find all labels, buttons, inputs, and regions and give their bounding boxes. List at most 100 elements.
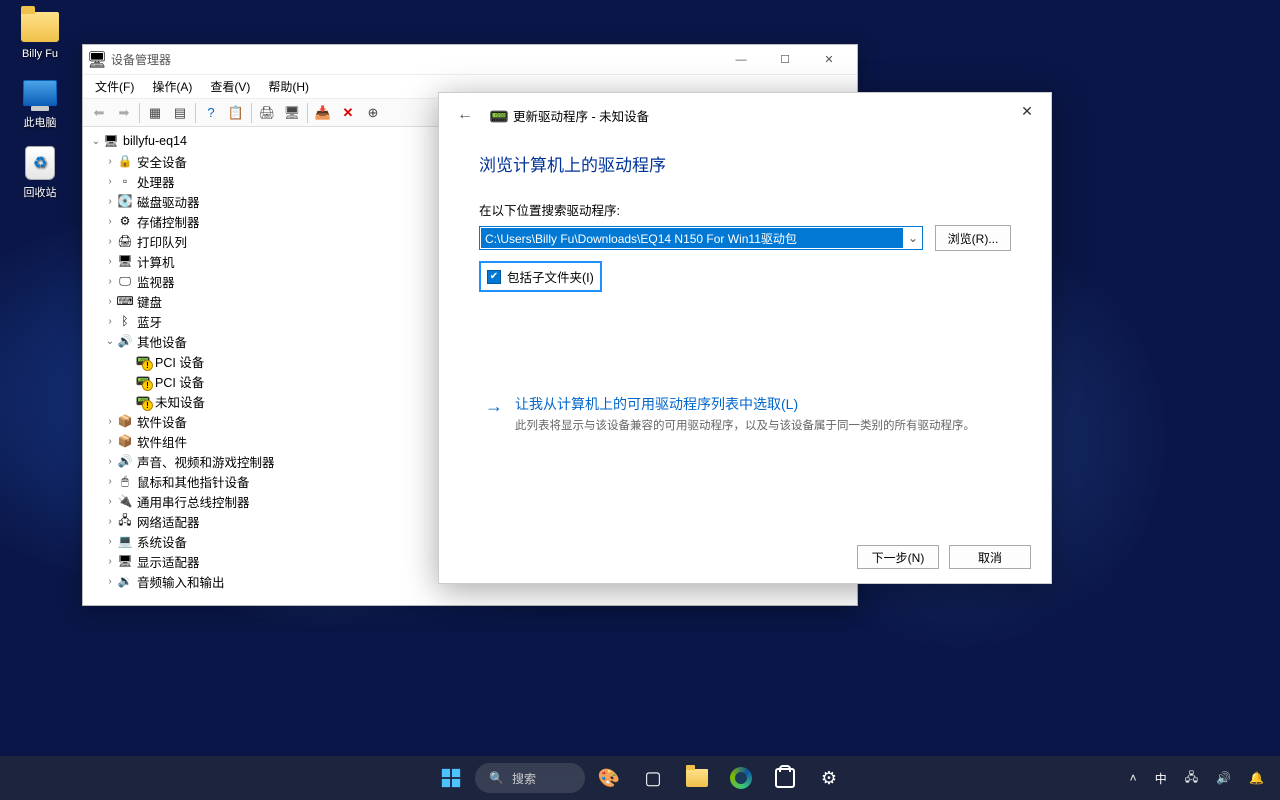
start-button[interactable]	[431, 758, 471, 798]
nav-forward-button[interactable]: ➡	[112, 101, 136, 125]
caret-icon: ⌄	[103, 336, 117, 347]
driver-path-combobox[interactable]: C:\Users\Billy Fu\Downloads\EQ14 N150 Fo…	[479, 226, 923, 250]
toolbar-btn[interactable]: ▤	[168, 101, 192, 125]
tray-chevron-up-icon[interactable]: ˄	[1126, 767, 1141, 789]
close-button[interactable]: ✕	[807, 46, 851, 74]
icon-label: 回收站	[24, 184, 57, 200]
taskbar-app[interactable]: ⚙	[809, 758, 849, 798]
tree-label: 声音、视频和游戏控制器	[137, 452, 275, 471]
menu-view[interactable]: 查看(V)	[202, 76, 258, 97]
toolbar-btn[interactable]: ⊕	[361, 101, 385, 125]
warning-device-icon: 📟	[135, 393, 151, 409]
tree-label: PCI 设备	[155, 352, 204, 371]
toolbar-btn[interactable]: 📥	[311, 101, 335, 125]
device-icon: 💻	[117, 533, 133, 549]
tree-label: 监视器	[137, 272, 175, 291]
desktop-icons: Billy Fu 此电脑 回收站	[8, 8, 72, 200]
pick-from-list-option[interactable]: → 让我从计算机上的可用驱动程序列表中选取(L) 此列表将显示与该设备兼容的可用…	[479, 388, 1011, 441]
tree-label: 打印队列	[137, 232, 187, 251]
tree-label: PCI 设备	[155, 372, 204, 391]
checkbox-icon: ✔	[487, 270, 501, 284]
caret-icon: ⌄	[89, 136, 103, 147]
recycle-bin-icon	[25, 146, 55, 180]
tree-label: 未知设备	[155, 392, 205, 411]
cancel-button[interactable]: 取消	[949, 545, 1031, 569]
device-icon: 🖵	[117, 273, 133, 289]
folder-icon	[686, 769, 708, 787]
maximize-button[interactable]: ☐	[763, 46, 807, 74]
caret-icon: ›	[103, 416, 117, 427]
search-location-label: 在以下位置搜索驱动程序:	[479, 200, 1011, 219]
taskbar-edge[interactable]	[721, 758, 761, 798]
caret-icon: ›	[103, 236, 117, 247]
caret-icon: ›	[103, 276, 117, 287]
menu-help[interactable]: 帮助(H)	[260, 76, 317, 97]
tree-label: 键盘	[137, 292, 162, 311]
next-button[interactable]: 下一步(N)	[857, 545, 939, 569]
caret-icon: ›	[103, 456, 117, 467]
tray-notifications-icon[interactable]: 🔔	[1245, 767, 1268, 789]
store-icon	[775, 768, 795, 788]
search-icon: 🔍	[489, 771, 504, 785]
device-icon: 📦	[117, 433, 133, 449]
toolbar-btn[interactable]: 📋	[224, 101, 248, 125]
toolbar-scan-button[interactable]: 🖥	[280, 101, 304, 125]
folder-icon	[21, 12, 59, 42]
caret-icon: ›	[103, 516, 117, 527]
caret-icon: ›	[103, 476, 117, 487]
toolbar-uninstall-button[interactable]: ✕	[336, 101, 360, 125]
taskbar-file-explorer[interactable]	[677, 758, 717, 798]
titlebar[interactable]: 🖥 设备管理器 — ☐ ✕	[83, 45, 857, 75]
device-icon: 🖥	[117, 553, 133, 569]
desktop-icon-this-pc[interactable]: 此电脑	[8, 74, 72, 130]
back-button[interactable]: ←	[449, 99, 481, 131]
toolbar-help-button[interactable]: ?	[199, 101, 223, 125]
tray-ime[interactable]: 中	[1151, 766, 1171, 791]
device-icon: 🔊	[117, 453, 133, 469]
tree-label: 蓝牙	[137, 312, 162, 331]
speaker-icon: 🔊	[117, 333, 133, 349]
nav-back-button[interactable]: ⬅	[87, 101, 111, 125]
device-icon: 📦	[117, 413, 133, 429]
device-icon: ▫	[117, 173, 133, 189]
include-subfolders-checkbox[interactable]: ✔ 包括子文件夹(I)	[479, 261, 602, 292]
minimize-button[interactable]: —	[719, 46, 763, 74]
warning-device-icon: 📟	[135, 373, 151, 389]
tree-label: billyfu-eq14	[123, 134, 187, 148]
caret-icon: ›	[103, 216, 117, 227]
taskbar-search[interactable]: 🔍 搜索	[475, 763, 585, 793]
tree-label: 鼠标和其他指针设备	[137, 472, 250, 491]
tree-label: 音频输入和输出	[137, 572, 225, 591]
tree-label: 网络适配器	[137, 512, 200, 531]
taskbar-store[interactable]	[765, 758, 805, 798]
caret-icon: ›	[103, 576, 117, 587]
device-icon: 🔉	[117, 573, 133, 589]
taskbar-copilot[interactable]: 🎨	[589, 758, 629, 798]
path-value: C:\Users\Billy Fu\Downloads\EQ14 N150 Fo…	[481, 228, 903, 248]
tray-volume-icon[interactable]: 🔊	[1212, 767, 1235, 789]
taskbar-task-view[interactable]: ▢	[633, 758, 673, 798]
caret-icon: ›	[103, 436, 117, 447]
device-icon: 🖥	[117, 253, 133, 269]
chevron-down-icon[interactable]: ⌄	[904, 231, 922, 245]
edge-icon	[730, 767, 752, 789]
device-icon: 🖱	[117, 473, 133, 489]
caret-icon: ›	[103, 496, 117, 507]
toolbar-btn[interactable]: 🖨	[255, 101, 279, 125]
warning-device-icon: 📟	[135, 353, 151, 369]
caret-icon: ›	[103, 316, 117, 327]
menu-file[interactable]: 文件(F)	[87, 76, 142, 97]
dialog-close-button[interactable]: ✕	[1007, 97, 1047, 125]
menu-action[interactable]: 操作(A)	[144, 76, 200, 97]
tree-label: 安全设备	[137, 152, 187, 171]
browse-button[interactable]: 浏览(R)...	[935, 225, 1011, 251]
desktop-icon-recycle-bin[interactable]: 回收站	[8, 144, 72, 200]
checkbox-label: 包括子文件夹(I)	[507, 267, 594, 286]
device-icon: 🖧	[117, 513, 133, 529]
update-driver-dialog: ← 📟 更新驱动程序 - 未知设备 ✕ 浏览计算机上的驱动程序 在以下位置搜索驱…	[438, 92, 1052, 584]
toolbar-btn[interactable]: ▦	[143, 101, 167, 125]
icon-label: Billy Fu	[22, 48, 58, 60]
desktop-icon-user-folder[interactable]: Billy Fu	[8, 8, 72, 60]
tray-network-icon[interactable]: 🖧	[1181, 764, 1202, 793]
tree-label: 显示适配器	[137, 552, 200, 571]
